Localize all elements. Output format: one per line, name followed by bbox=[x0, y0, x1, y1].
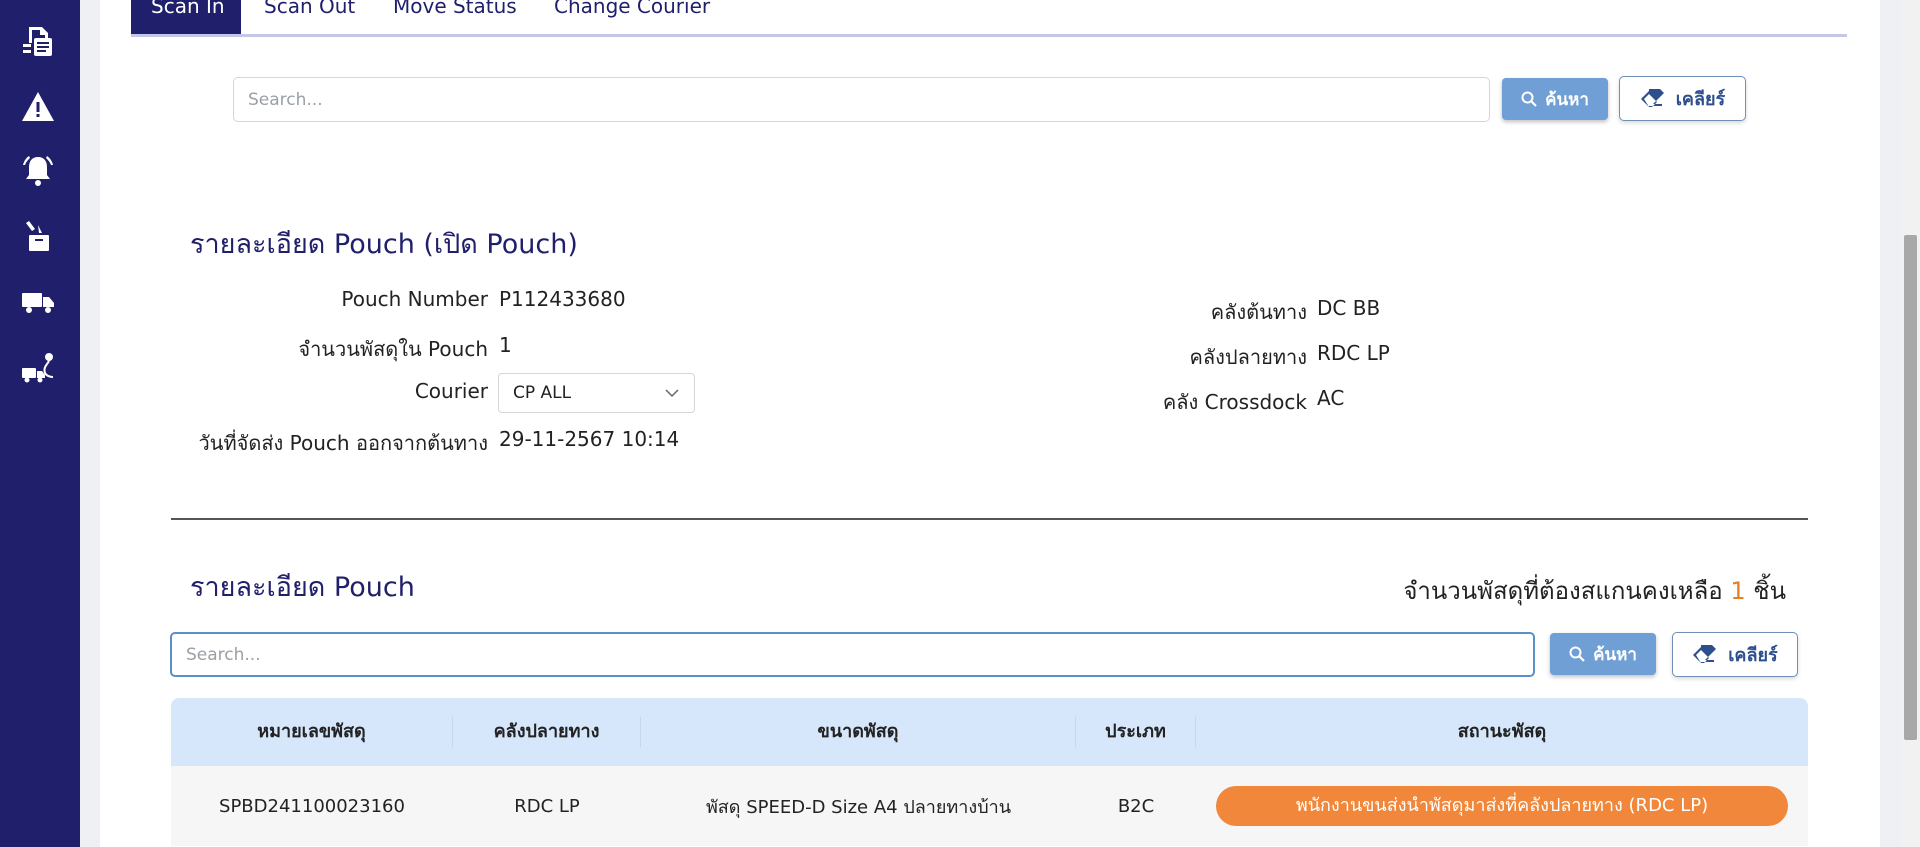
parcel-search-button[interactable]: ค้นหา bbox=[1550, 633, 1656, 675]
crossdock-label: คลัง Crossdock bbox=[1162, 390, 1307, 414]
truck-route-icon[interactable] bbox=[18, 348, 58, 388]
search-icon bbox=[1521, 91, 1537, 107]
parcel-clear-button[interactable]: เคลียร์ bbox=[1672, 632, 1798, 677]
search-button-label: ค้นหา bbox=[1545, 89, 1589, 110]
courier-label: Courier bbox=[414, 379, 488, 403]
clear-button-label: เคลียร์ bbox=[1675, 89, 1726, 110]
pouch-number-value: P112433680 bbox=[499, 287, 626, 311]
eraser-icon bbox=[1693, 644, 1717, 663]
chevron-down-icon bbox=[665, 389, 679, 398]
ship-date-label: วันที่จัดส่ง Pouch ออกจากต้นทาง bbox=[198, 431, 488, 455]
column-header-type[interactable]: ประเภท bbox=[1076, 717, 1196, 747]
tab-scan-out[interactable]: Scan Out bbox=[264, 0, 355, 34]
vertical-scrollbar[interactable] bbox=[1901, 0, 1920, 847]
tab-move-status[interactable]: Move Status bbox=[393, 0, 517, 34]
cell-tracking: SPBD241100023160 bbox=[219, 795, 405, 817]
tab-bar: Scan In Scan Out Move Status Change Cour… bbox=[131, 0, 1847, 37]
eraser-icon bbox=[1640, 88, 1664, 107]
crossdock-value: AC bbox=[1317, 386, 1345, 410]
status-badge: พนักงานขนส่งนำพัสดุมาส่งที่คลังปลายทาง (… bbox=[1216, 786, 1788, 826]
parcel-count-label: จำนวนพัสดุใน Pouch bbox=[298, 337, 488, 361]
destination-value: RDC LP bbox=[1317, 341, 1390, 365]
column-header-destination[interactable]: คลังปลายทาง bbox=[453, 717, 641, 747]
section-divider bbox=[171, 518, 1808, 520]
tab-change-courier[interactable]: Change Courier bbox=[554, 0, 710, 34]
origin-label: คลังต้นทาง bbox=[1210, 300, 1307, 324]
parcel-table: หมายเลขพัสดุ คลังปลายทาง ขนาดพัสดุ ประเภ… bbox=[171, 698, 1808, 846]
courier-selected-value: CP ALL bbox=[513, 383, 572, 403]
remaining-suffix: ชิ้น bbox=[1753, 577, 1786, 605]
origin-value: DC BB bbox=[1317, 296, 1381, 320]
remaining-prefix: จำนวนพัสดุที่ต้องสแกนคงเหลือ bbox=[1403, 577, 1723, 605]
truck-icon[interactable] bbox=[18, 281, 58, 321]
top-search-input[interactable] bbox=[233, 77, 1490, 122]
box-pickup-icon[interactable] bbox=[18, 217, 58, 257]
column-header-tracking[interactable]: หมายเลขพัสดุ bbox=[171, 717, 453, 747]
bell-icon[interactable] bbox=[18, 151, 58, 191]
top-search-button[interactable]: ค้นหา bbox=[1502, 78, 1608, 120]
remaining-count: 1 bbox=[1730, 577, 1746, 605]
cell-size: พัสดุ SPEED-D Size A4 ปลายทางบ้าน bbox=[705, 796, 1012, 818]
table-row[interactable]: SPBD241100023160 RDC LP พัสดุ SPEED-D Si… bbox=[171, 766, 1808, 846]
warning-icon[interactable] bbox=[18, 87, 58, 127]
parcel-count-value: 1 bbox=[499, 333, 512, 357]
cell-destination: RDC LP bbox=[514, 795, 580, 817]
tab-scan-in[interactable]: Scan In bbox=[131, 0, 241, 34]
document-list-icon[interactable] bbox=[18, 22, 58, 62]
top-clear-button[interactable]: เคลียร์ bbox=[1619, 76, 1746, 121]
column-header-status[interactable]: สถานะพัสดุ bbox=[1196, 717, 1808, 747]
search-button-label: ค้นหา bbox=[1593, 644, 1637, 665]
search-icon bbox=[1569, 646, 1585, 662]
remaining-count-text: จำนวนพัสดุที่ต้องสแกนคงเหลือ 1 ชิ้น bbox=[1403, 571, 1786, 610]
column-header-size[interactable]: ขนาดพัสดุ bbox=[641, 717, 1076, 747]
pouch-number-label: Pouch Number bbox=[341, 287, 488, 311]
clear-button-label: เคลียร์ bbox=[1728, 645, 1778, 666]
ship-date-value: 29-11-2567 10:14 bbox=[499, 427, 680, 451]
pouch-detail-title: รายละเอียด Pouch bbox=[190, 572, 415, 603]
parcel-search-input[interactable] bbox=[170, 632, 1535, 677]
table-header: หมายเลขพัสดุ คลังปลายทาง ขนาดพัสดุ ประเภ… bbox=[171, 698, 1808, 766]
sidebar bbox=[0, 0, 80, 847]
courier-select[interactable]: CP ALL bbox=[498, 373, 695, 413]
scrollbar-thumb[interactable] bbox=[1904, 235, 1917, 740]
cell-type: B2C bbox=[1117, 795, 1155, 817]
pouch-open-title: รายละเอียด Pouch (เปิด Pouch) bbox=[190, 229, 578, 260]
destination-label: คลังปลายทาง bbox=[1189, 345, 1307, 369]
cell-status: พนักงานขนส่งนำพัสดุมาส่งที่คลังปลายทาง (… bbox=[1196, 786, 1808, 826]
